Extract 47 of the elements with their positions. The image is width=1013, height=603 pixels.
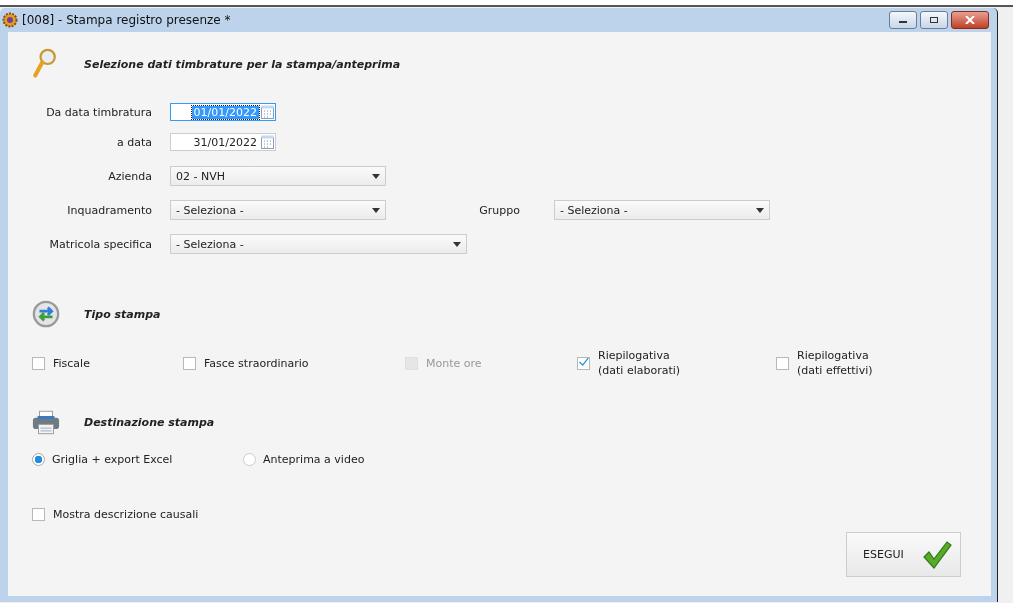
swap-arrows-icon	[32, 300, 60, 328]
radio-button[interactable]	[243, 453, 256, 466]
close-icon	[965, 16, 975, 24]
radio-button[interactable]	[32, 453, 45, 466]
dropdown[interactable]: - Seleziona -	[170, 200, 386, 220]
caret-icon	[372, 207, 380, 213]
caret-icon	[756, 207, 764, 213]
caret-icon	[372, 173, 380, 179]
field-label: Matricola specifica	[48, 237, 152, 251]
checkbox-label: Fiscale	[53, 355, 90, 371]
checkbox[interactable]	[183, 356, 196, 370]
checkbox[interactable]	[32, 508, 45, 521]
checkbox-label: Monte ore	[426, 355, 482, 371]
field-label: Gruppo	[478, 203, 520, 217]
section-title: Selezione dati timbrature per la stampa/anteprima	[84, 57, 401, 71]
maximize-button[interactable]	[920, 11, 948, 29]
gear-icon	[2, 12, 18, 28]
checkbox[interactable]	[577, 356, 590, 370]
run-button[interactable]: ESEGUI	[846, 532, 961, 577]
dropdown[interactable]: - Seleziona -	[170, 234, 467, 254]
maximize-icon	[929, 16, 939, 24]
section-title: Destinazione stampa	[84, 415, 215, 429]
date-field[interactable]: 31/01/2022	[170, 133, 276, 151]
magnifier-icon	[32, 48, 58, 80]
checkbox-label: Riepilogativa (dati effettivi)	[797, 348, 873, 378]
window-title: [008] - Stampa registro presenze *	[22, 13, 232, 27]
checkbox-label: Mostra descrizione causali	[53, 507, 199, 522]
printer-icon	[32, 409, 60, 435]
close-button[interactable]	[951, 11, 989, 29]
dropdown[interactable]: - Seleziona -	[554, 200, 770, 220]
minimize-button[interactable]	[889, 11, 917, 29]
dropdown[interactable]: 02 - NVH	[170, 166, 386, 186]
checkmark-icon	[922, 539, 952, 570]
checkbox-label: Fasce straordinario	[204, 355, 309, 371]
field-label: Azienda	[107, 169, 152, 183]
section-title: Tipo stampa	[84, 307, 161, 321]
checkbox[interactable]	[776, 356, 789, 370]
checkbox-label: Riepilogativa (dati elaborati)	[598, 348, 681, 378]
radio-label: Anteprima a video	[263, 452, 365, 467]
calendar-icon[interactable]	[261, 105, 274, 119]
field-label: Da data timbratura	[45, 105, 152, 119]
checkbox[interactable]	[32, 356, 45, 370]
calendar-icon[interactable]	[261, 135, 274, 149]
radio-label: Griglia + export Excel	[52, 452, 173, 467]
field-label: Inquadramento	[66, 203, 152, 217]
caret-icon	[453, 241, 461, 247]
field-label: a data	[116, 135, 152, 149]
